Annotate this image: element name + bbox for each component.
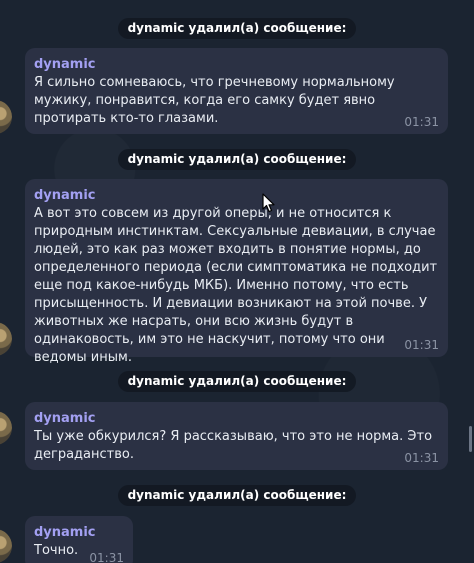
message-bubble[interactable]: dynamic Я сильно сомневаюсь, что гречнев… <box>25 48 448 134</box>
avatar[interactable] <box>0 411 12 445</box>
message-bubble[interactable]: dynamic А вот это совсем из другой оперы… <box>25 179 448 365</box>
message-text: А вот это совсем из другой оперы, и не о… <box>34 206 438 365</box>
message-author[interactable]: dynamic <box>34 410 439 428</box>
service-message-deleted: dynamic удалил(а) сообщение: <box>0 484 474 506</box>
message-author[interactable]: dynamic <box>34 524 124 542</box>
service-message-deleted: dynamic удалил(а) сообщение: <box>0 17 474 39</box>
message-author[interactable]: dynamic <box>34 56 439 74</box>
service-message-text: dynamic удалил(а) сообщение: <box>117 485 357 506</box>
service-message-deleted: dynamic удалил(а) сообщение: <box>0 148 474 170</box>
avatar[interactable] <box>0 529 12 563</box>
message-text: Я сильно сомневаюсь, что гречневому норм… <box>34 75 395 126</box>
message-bubble[interactable]: dynamic Ты уже обкурился? Я рассказываю,… <box>25 402 448 470</box>
avatar[interactable] <box>0 100 12 134</box>
message-author[interactable]: dynamic <box>34 187 439 205</box>
service-message-text: dynamic удалил(а) сообщение: <box>117 149 357 170</box>
service-message-text: dynamic удалил(а) сообщение: <box>117 371 357 392</box>
message-time: 01:31 <box>404 115 439 129</box>
mouse-pointer-icon <box>262 193 275 213</box>
service-message-deleted: dynamic удалил(а) сообщение: <box>0 370 474 392</box>
avatar[interactable] <box>0 322 12 356</box>
message-bubble[interactable]: dynamic Точно. 01:31 <box>25 516 133 563</box>
scrollbar[interactable] <box>469 426 472 452</box>
message-time: 01:31 <box>404 451 439 465</box>
message-time: 01:31 <box>89 551 124 563</box>
message-time: 01:31 <box>404 338 439 352</box>
chat-history[interactable]: dynamic удалил(а) сообщение: dynamic Я с… <box>0 0 474 563</box>
service-message-text: dynamic удалил(а) сообщение: <box>117 18 357 39</box>
message-text: Ты уже обкурился? Я рассказываю, что это… <box>34 429 433 462</box>
